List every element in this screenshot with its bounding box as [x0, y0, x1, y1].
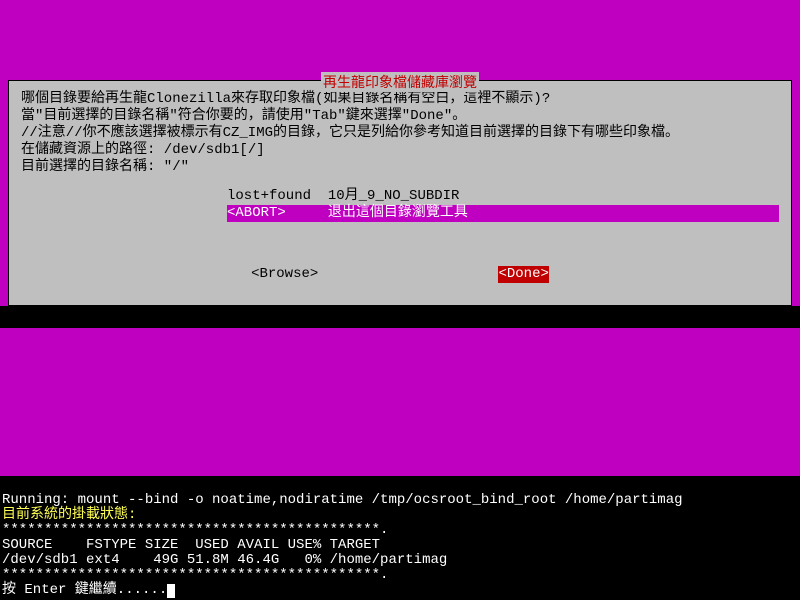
- separator-bar: [0, 306, 800, 328]
- info-line: //注意//你不應該選擇被標示有CZ_IMG的目錄，它只是列給你參考知道目前選擇…: [21, 125, 779, 142]
- mount-status-title: 目前系統的掛載狀態:: [2, 507, 136, 523]
- terminal-running-line: Running: mount --bind -o noatime,nodirat…: [2, 492, 683, 508]
- dialog-title: 再生龍印象檔儲藏庫瀏覽: [321, 72, 479, 92]
- cursor-icon: [167, 584, 175, 598]
- browse-button[interactable]: <Browse>: [251, 266, 318, 283]
- terminal-prompt: 按 Enter 鍵繼續......: [2, 582, 167, 598]
- directory-list: lost+found 10月_9_NO_SUBDIR <ABORT> 退出這個目…: [21, 188, 779, 222]
- terminal-stars: ****************************************…: [2, 567, 388, 583]
- info-line: 當"目前選擇的目錄名稱"符合你要的，請使用"Tab"鍵來選擇"Done"。: [21, 108, 779, 125]
- list-item-abort[interactable]: <ABORT> 退出這個目錄瀏覽工具: [227, 205, 779, 222]
- info-line: 目前選擇的目錄名稱: "/": [21, 159, 779, 176]
- terminal-row: /dev/sdb1 ext4 49G 51.8M 46.4G 0% /home/…: [2, 552, 447, 568]
- clonezilla-dialog: 再生龍印象檔儲藏庫瀏覽 哪個目錄要給再生龍Clonezilla來存取印象檔(如果…: [8, 80, 792, 306]
- list-item[interactable]: lost+found 10月_9_NO_SUBDIR: [227, 188, 779, 205]
- dialog-buttons: <Browse> <Done>: [21, 266, 779, 283]
- terminal-output: Running: mount --bind -o noatime,nodirat…: [0, 476, 800, 600]
- terminal-header: SOURCE FSTYPE SIZE USED AVAIL USE% TARGE…: [2, 537, 380, 553]
- info-line: 哪個目錄要給再生龍Clonezilla來存取印象檔(如果目錄名稱有空白，這裡不顯…: [21, 91, 779, 108]
- terminal-stars: ****************************************…: [2, 522, 388, 538]
- dialog-body: 哪個目錄要給再生龍Clonezilla來存取印象檔(如果目錄名稱有空白，這裡不顯…: [9, 81, 791, 291]
- info-line: 在儲藏資源上的路徑: /dev/sdb1[/]: [21, 142, 779, 159]
- done-button[interactable]: <Done>: [498, 266, 548, 283]
